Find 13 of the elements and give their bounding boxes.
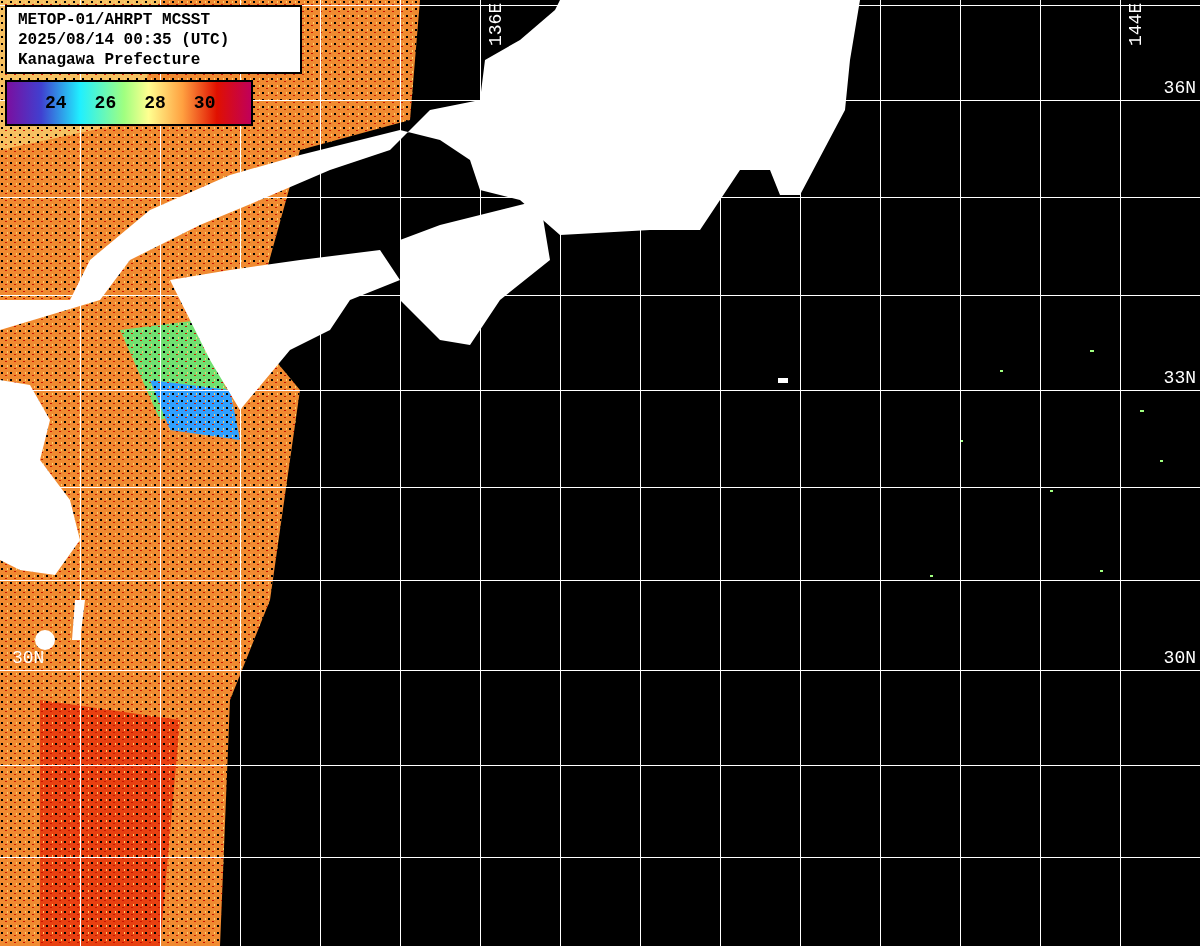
latitude-label: 33N <box>1163 368 1196 388</box>
latitude-label: 30N <box>12 648 45 668</box>
scale-tick-label: 28 <box>144 93 166 113</box>
scale-tick-label: 26 <box>94 93 117 113</box>
title-line: 2025/08/14 00:35 (UTC) <box>18 30 231 50</box>
latitude-label: 30N <box>1163 648 1196 668</box>
scale-tick-label: 24 <box>45 93 67 113</box>
longitude-label: 144E <box>1126 2 1146 46</box>
title-line: Kanagawa Prefecture <box>18 50 202 70</box>
latitude-label: 36N <box>1163 78 1196 98</box>
title-line: METOP-01/AHRPT MCSST <box>18 10 212 30</box>
longitude-label: 136E <box>486 2 506 46</box>
scale-tick-label: 30 <box>193 93 216 113</box>
